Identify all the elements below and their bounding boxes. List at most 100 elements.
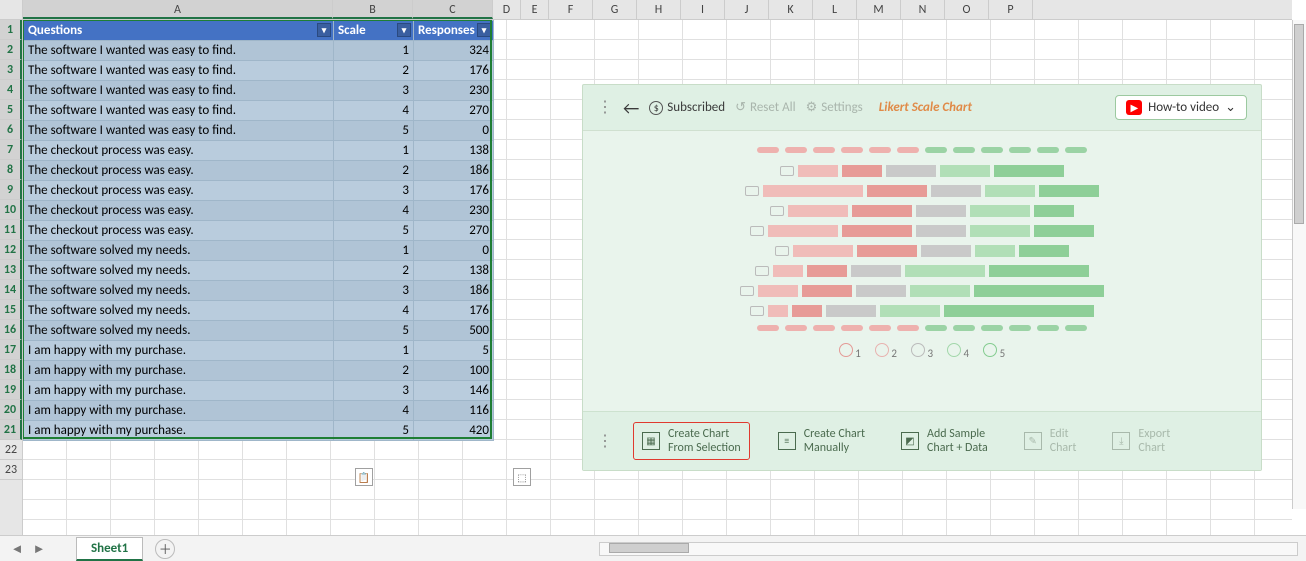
cell[interactable]: 4 bbox=[334, 401, 414, 421]
row-header-18[interactable]: 18 bbox=[0, 360, 22, 380]
column-header-K[interactable]: K bbox=[769, 0, 813, 19]
table-row[interactable]: I am happy with my purchase.3146 bbox=[24, 381, 494, 401]
add-sample-button[interactable]: ◩ Add SampleChart + Data bbox=[893, 423, 996, 459]
table-row[interactable]: The software solved my needs.10 bbox=[24, 241, 494, 261]
column-header-B[interactable]: B bbox=[333, 0, 413, 19]
cell[interactable]: 1 bbox=[334, 141, 414, 161]
cell[interactable]: 1 bbox=[334, 241, 414, 261]
cell[interactable]: 176 bbox=[414, 61, 494, 81]
row-header-21[interactable]: 21 bbox=[0, 420, 22, 440]
table-row[interactable]: I am happy with my purchase.15 bbox=[24, 341, 494, 361]
table-header-1[interactable]: Scale bbox=[334, 21, 414, 41]
table-row[interactable]: The software I wanted was easy to find.3… bbox=[24, 81, 494, 101]
column-header-I[interactable]: I bbox=[681, 0, 725, 19]
cell[interactable]: 4 bbox=[334, 201, 414, 221]
cell[interactable]: 0 bbox=[414, 121, 494, 141]
cell[interactable]: I am happy with my purchase. bbox=[24, 401, 334, 421]
cell[interactable]: The software solved my needs. bbox=[24, 321, 334, 341]
cell[interactable]: 186 bbox=[414, 161, 494, 181]
column-header-E[interactable]: E bbox=[521, 0, 549, 19]
create-chart-from-selection-button[interactable]: ▦ Create ChartFrom Selection bbox=[633, 422, 750, 460]
row-header-12[interactable]: 12 bbox=[0, 240, 22, 260]
cell[interactable]: 4 bbox=[334, 101, 414, 121]
column-header-J[interactable]: J bbox=[725, 0, 769, 19]
cell[interactable]: 420 bbox=[414, 421, 494, 441]
row-header-16[interactable]: 16 bbox=[0, 320, 22, 340]
cell[interactable]: 3 bbox=[334, 181, 414, 201]
table-row[interactable]: I am happy with my purchase.2100 bbox=[24, 361, 494, 381]
cell[interactable]: The software I wanted was easy to find. bbox=[24, 81, 334, 101]
horizontal-scrollbar[interactable] bbox=[599, 542, 1298, 556]
cell[interactable]: 270 bbox=[414, 221, 494, 241]
cell[interactable]: The checkout process was easy. bbox=[24, 181, 334, 201]
row-header-20[interactable]: 20 bbox=[0, 400, 22, 420]
export-chart-button[interactable]: ⤓ ExportChart bbox=[1104, 423, 1178, 459]
table-row[interactable]: The checkout process was easy.2186 bbox=[24, 161, 494, 181]
cell[interactable]: The software solved my needs. bbox=[24, 241, 334, 261]
row-header-9[interactable]: 9 bbox=[0, 180, 22, 200]
horizontal-scrollbar-thumb[interactable] bbox=[609, 543, 689, 553]
cell[interactable]: I am happy with my purchase. bbox=[24, 341, 334, 361]
row-header-11[interactable]: 11 bbox=[0, 220, 22, 240]
column-header-H[interactable]: H bbox=[637, 0, 681, 19]
data-table[interactable]: QuestionsScaleResponses The software I w… bbox=[23, 20, 494, 441]
row-header-22[interactable]: 22 bbox=[0, 440, 22, 460]
filter-dropdown-icon[interactable] bbox=[477, 23, 491, 37]
table-row[interactable]: I am happy with my purchase.5420 bbox=[24, 421, 494, 441]
row-header-15[interactable]: 15 bbox=[0, 300, 22, 320]
cell[interactable]: 2 bbox=[334, 261, 414, 281]
cell[interactable]: I am happy with my purchase. bbox=[24, 361, 334, 381]
cell[interactable]: I am happy with my purchase. bbox=[24, 381, 334, 401]
row-header-2[interactable]: 2 bbox=[0, 40, 22, 60]
cell[interactable]: 3 bbox=[334, 81, 414, 101]
filter-dropdown-icon[interactable] bbox=[317, 23, 331, 37]
cell[interactable]: I am happy with my purchase. bbox=[24, 421, 334, 441]
back-arrow-icon[interactable]: ← bbox=[623, 97, 639, 119]
column-header-M[interactable]: M bbox=[857, 0, 901, 19]
cell[interactable]: 3 bbox=[334, 381, 414, 401]
cell[interactable]: 500 bbox=[414, 321, 494, 341]
tab-scroll-first[interactable]: ◄ bbox=[8, 540, 26, 558]
cell[interactable]: 0 bbox=[414, 241, 494, 261]
cell[interactable]: 186 bbox=[414, 281, 494, 301]
table-row[interactable]: The software I wanted was easy to find.5… bbox=[24, 121, 494, 141]
table-row[interactable]: The software I wanted was easy to find.1… bbox=[24, 41, 494, 61]
cell[interactable]: The software I wanted was easy to find. bbox=[24, 121, 334, 141]
paste-options-smarttag[interactable]: 📋 bbox=[355, 468, 373, 486]
cell[interactable]: 176 bbox=[414, 181, 494, 201]
settings-button[interactable]: ⚙ Settings bbox=[806, 100, 863, 115]
cell[interactable]: 100 bbox=[414, 361, 494, 381]
cell[interactable]: 2 bbox=[334, 61, 414, 81]
row-header-4[interactable]: 4 bbox=[0, 80, 22, 100]
table-row[interactable]: I am happy with my purchase.4116 bbox=[24, 401, 494, 421]
footer-handle-icon[interactable]: ⋮ bbox=[597, 431, 613, 451]
cell[interactable]: 146 bbox=[414, 381, 494, 401]
cell[interactable]: 230 bbox=[414, 201, 494, 221]
cell[interactable]: 4 bbox=[334, 301, 414, 321]
vertical-scrollbar[interactable] bbox=[1292, 20, 1306, 509]
row-header-13[interactable]: 13 bbox=[0, 260, 22, 280]
cell[interactable]: The software I wanted was easy to find. bbox=[24, 61, 334, 81]
cell[interactable]: The checkout process was easy. bbox=[24, 221, 334, 241]
sheet-tab-sheet1[interactable]: Sheet1 bbox=[76, 537, 143, 561]
table-row[interactable]: The checkout process was easy.3176 bbox=[24, 181, 494, 201]
table-row[interactable]: The software I wanted was easy to find.2… bbox=[24, 61, 494, 81]
table-row[interactable]: The software I wanted was easy to find.4… bbox=[24, 101, 494, 121]
add-sheet-button[interactable]: ＋ bbox=[155, 539, 175, 559]
quick-analysis-smarttag[interactable]: ⬚ bbox=[513, 468, 531, 486]
column-header-L[interactable]: L bbox=[813, 0, 857, 19]
cell[interactable]: 138 bbox=[414, 141, 494, 161]
row-header-17[interactable]: 17 bbox=[0, 340, 22, 360]
column-header-A[interactable]: A bbox=[23, 0, 333, 19]
cell[interactable]: 324 bbox=[414, 41, 494, 61]
cell[interactable]: 270 bbox=[414, 101, 494, 121]
cell[interactable]: 116 bbox=[414, 401, 494, 421]
select-all-corner[interactable] bbox=[0, 0, 23, 20]
table-row[interactable]: The software solved my needs.5500 bbox=[24, 321, 494, 341]
cell[interactable]: 3 bbox=[334, 281, 414, 301]
table-row[interactable]: The software solved my needs.4176 bbox=[24, 301, 494, 321]
cell[interactable]: The checkout process was easy. bbox=[24, 161, 334, 181]
cell[interactable]: The checkout process was easy. bbox=[24, 201, 334, 221]
cell[interactable]: 2 bbox=[334, 361, 414, 381]
cell[interactable]: 1 bbox=[334, 41, 414, 61]
